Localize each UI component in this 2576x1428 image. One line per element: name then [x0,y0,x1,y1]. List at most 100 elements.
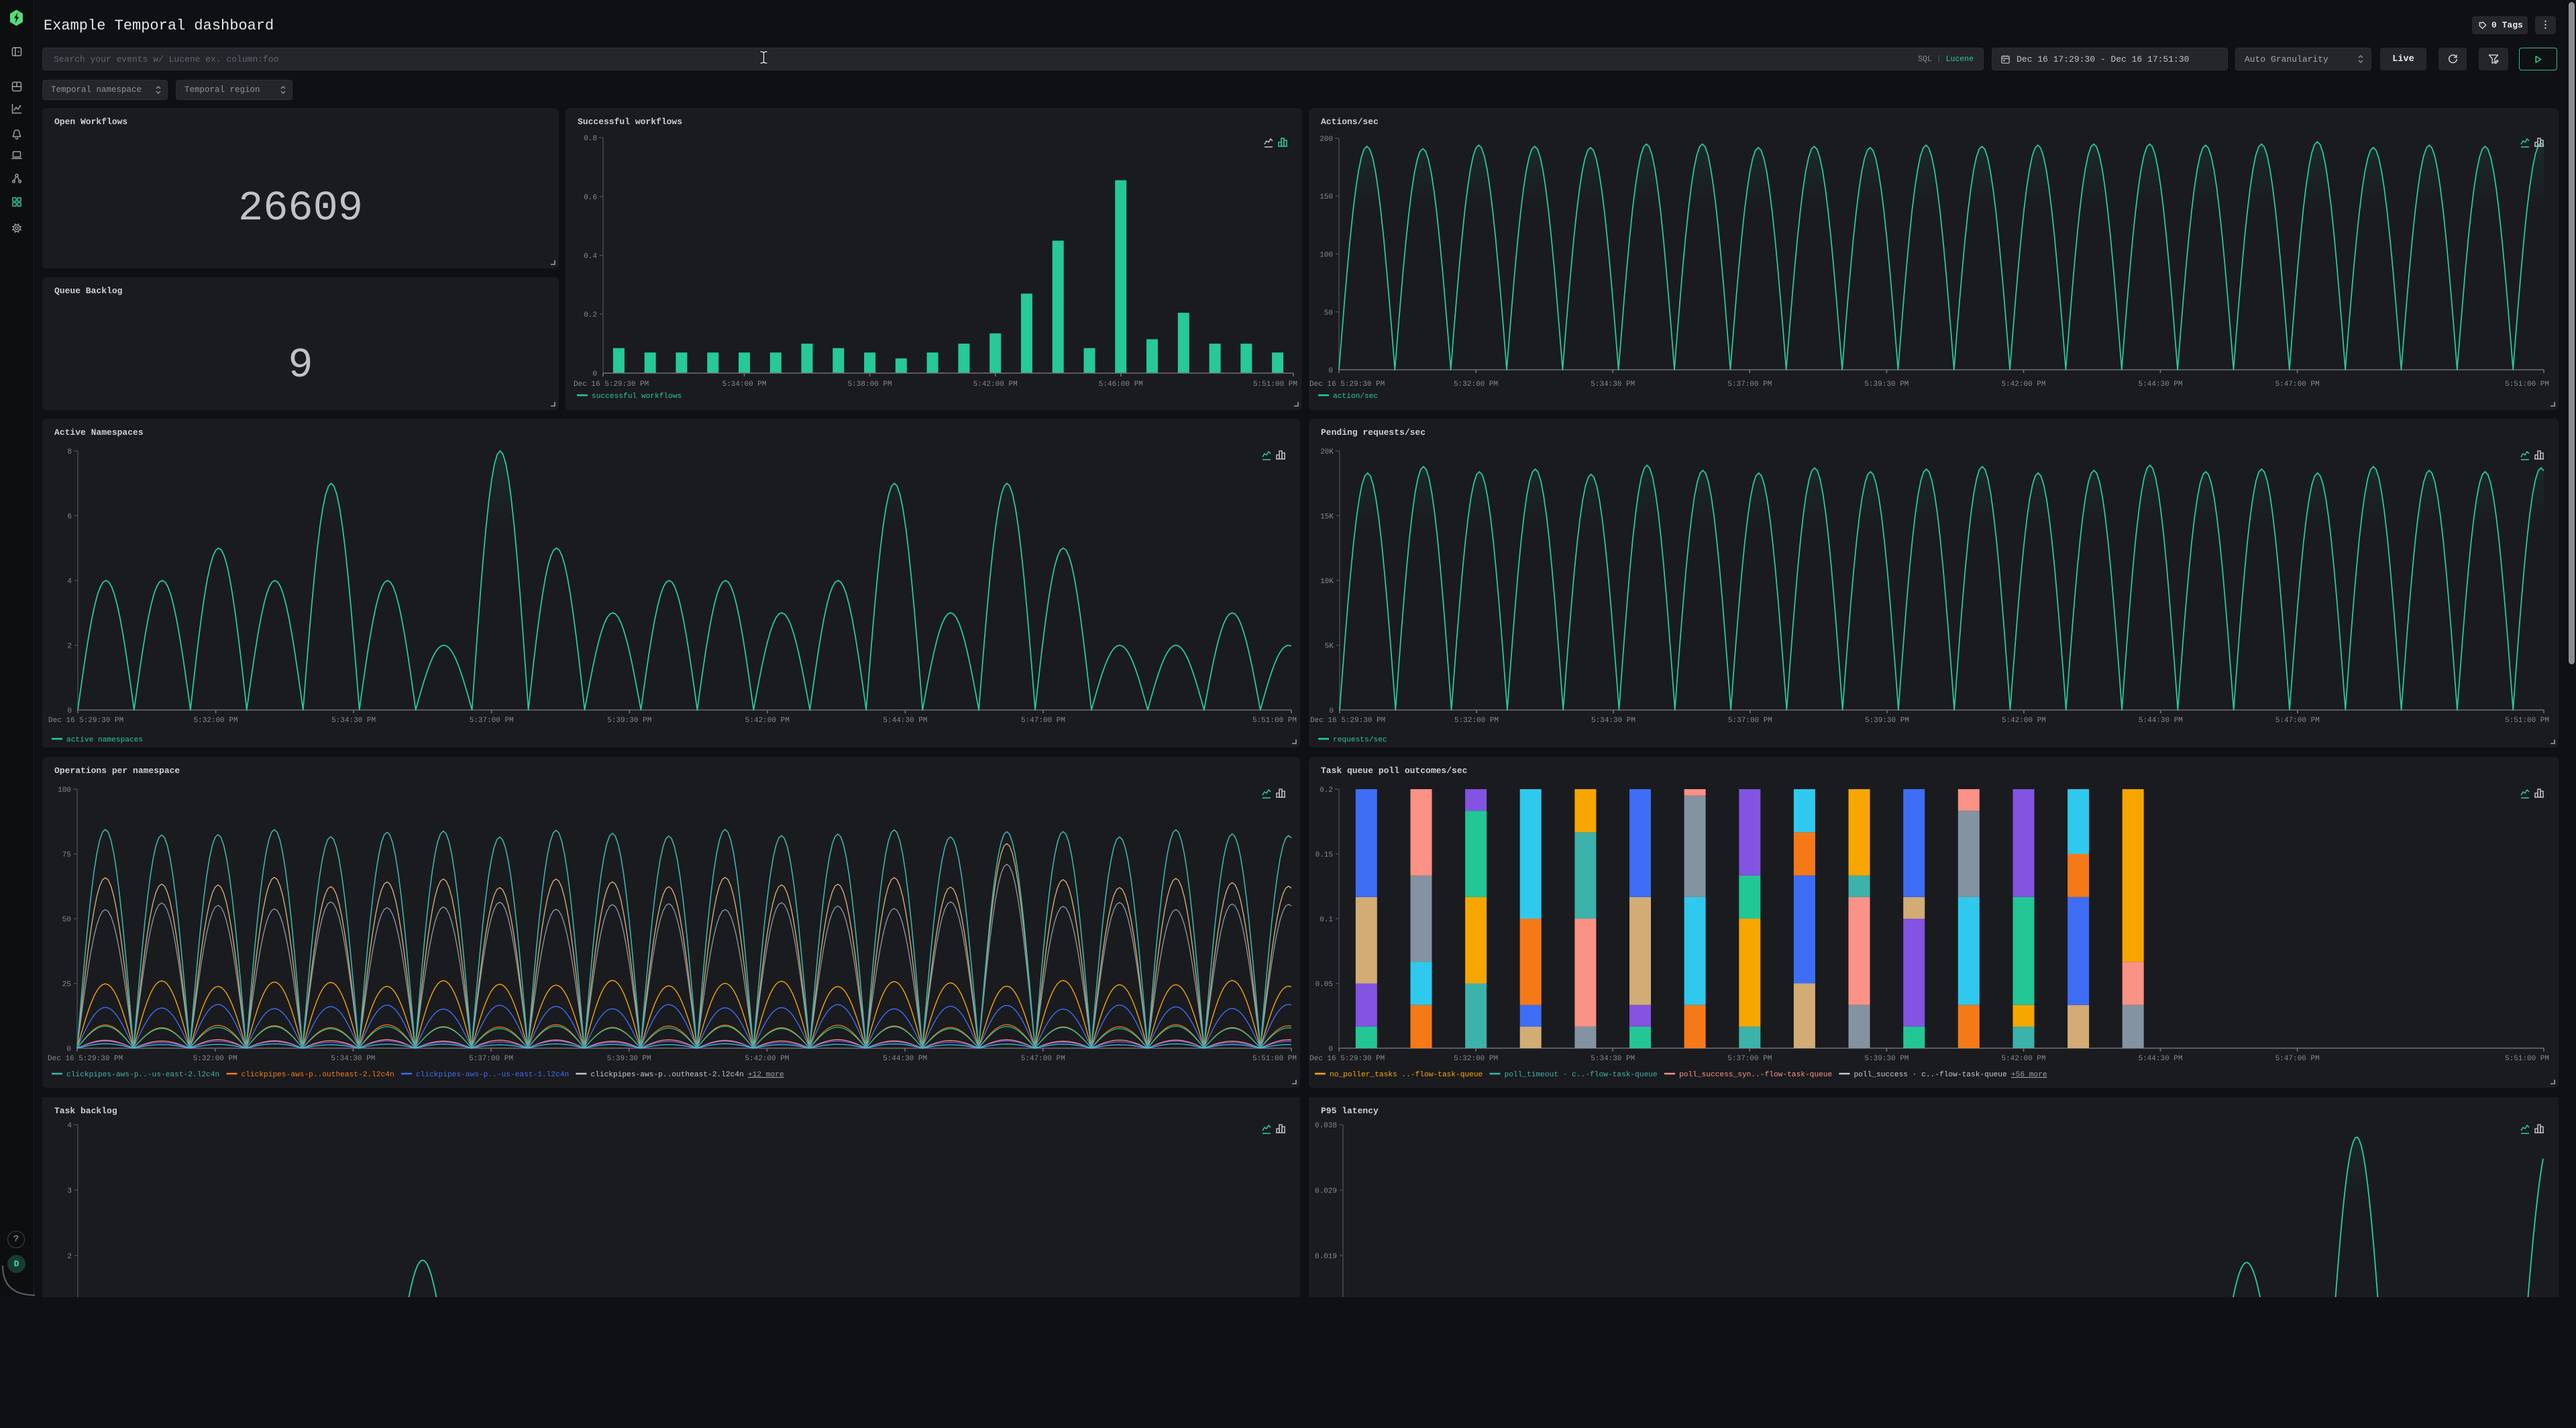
svg-text:4: 4 [67,1122,72,1130]
svg-text:5:47:00 PM: 5:47:00 PM [2275,380,2320,389]
svg-text:clickpipes-aws-p..-us-east-2.l: clickpipes-aws-p..-us-east-2.l2c4n [66,1071,219,1079]
svg-text:Dec 16 5:29:30 PM: Dec 16 5:29:30 PM [1309,380,1385,389]
svg-text:0: 0 [66,1046,71,1054]
svg-text:5:42:00 PM: 5:42:00 PM [745,1055,789,1063]
svg-text:2: 2 [67,1253,72,1261]
svg-text:Dec 16 5:29:30 PM: Dec 16 5:29:30 PM [48,717,123,725]
svg-text:5:34:30 PM: 5:34:30 PM [1591,1055,1635,1063]
svg-text:26609: 26609 [238,185,363,232]
svg-text:3: 3 [67,1188,72,1196]
svg-text:5:39:30 PM: 5:39:30 PM [1864,380,1909,389]
svg-text:6: 6 [67,513,72,521]
svg-text:50: 50 [62,916,71,924]
svg-text:poll_success · c..-flow-task-q: poll_success · c..-flow-task-queue [1854,1071,2006,1079]
svg-text:25: 25 [62,981,71,989]
svg-text:0.029: 0.029 [1315,1188,1337,1196]
svg-text:Queue Backlog: Queue Backlog [54,286,123,296]
svg-text:5:37:00 PM: 5:37:00 PM [1727,380,1772,389]
svg-text:no_poller_tasks ..-flow-task-q: no_poller_tasks ..-flow-task-queue [1330,1071,1483,1079]
svg-text:5:39:30 PM: 5:39:30 PM [607,1055,651,1063]
svg-text:+56 more: +56 more [2011,1071,2047,1079]
svg-text:5:37:00 PM: 5:37:00 PM [1728,717,1772,725]
svg-text:5:34:30 PM: 5:34:30 PM [331,1055,375,1063]
svg-text:10K: 10K [1320,578,1334,586]
svg-text:0: 0 [67,707,72,715]
svg-text:0: 0 [1328,1046,1333,1054]
svg-text:5:42:00 PM: 5:42:00 PM [2001,1055,2045,1063]
svg-text:5:39:30 PM: 5:39:30 PM [1865,717,1909,725]
svg-text:75: 75 [62,852,71,860]
svg-text:50: 50 [1324,309,1333,317]
svg-text:5:47:00 PM: 5:47:00 PM [2275,1055,2320,1063]
svg-text:0.4: 0.4 [584,253,597,261]
svg-text:0: 0 [592,370,597,378]
svg-text:5:32:00 PM: 5:32:00 PM [193,1055,237,1063]
svg-text:P95 latency: P95 latency [1321,1106,1379,1116]
svg-text:5:46:00 PM: 5:46:00 PM [1099,380,1143,389]
svg-text:5:42:00 PM: 5:42:00 PM [973,380,1018,389]
svg-text:5:44:30 PM: 5:44:30 PM [883,717,927,725]
svg-text:5:51:00 PM: 5:51:00 PM [2505,1055,2549,1063]
svg-text:requests/sec: requests/sec [1333,736,1387,744]
svg-text:5:44:30 PM: 5:44:30 PM [2139,717,2183,725]
svg-text:4: 4 [67,578,72,586]
svg-text:0.15: 0.15 [1316,852,1333,860]
svg-text:successful workflows: successful workflows [592,393,682,401]
svg-text:5:37:00 PM: 5:37:00 PM [470,717,514,725]
svg-text:clickpipes-aws-p..outheast-2.l: clickpipes-aws-p..outheast-2.l2c4n [241,1071,394,1079]
svg-text:100: 100 [58,786,71,795]
svg-text:5:32:00 PM: 5:32:00 PM [1454,717,1499,725]
svg-text:action/sec: action/sec [1333,393,1378,401]
svg-text:5:32:00 PM: 5:32:00 PM [1454,1055,1498,1063]
svg-text:5:51:00 PM: 5:51:00 PM [1253,380,1297,389]
svg-text:150: 150 [1320,193,1333,201]
svg-text:5:38:00 PM: 5:38:00 PM [848,380,892,389]
svg-text:Task queue poll outcomes/sec: Task queue poll outcomes/sec [1321,766,1468,776]
svg-text:0.019: 0.019 [1315,1253,1337,1261]
svg-text:2: 2 [67,643,72,651]
svg-text:5:39:30 PM: 5:39:30 PM [1864,1055,1909,1063]
svg-text:5:44:30 PM: 5:44:30 PM [2138,380,2182,389]
svg-text:100: 100 [1320,252,1333,260]
svg-text:9: 9 [288,342,313,389]
svg-text:5:34:00 PM: 5:34:00 PM [722,380,766,389]
svg-text:5:34:30 PM: 5:34:30 PM [1591,717,1635,725]
svg-text:5:51:00 PM: 5:51:00 PM [2505,717,2549,725]
svg-text:0.2: 0.2 [1320,786,1333,795]
svg-text:Pending requests/sec: Pending requests/sec [1321,427,1426,438]
svg-text:5:42:00 PM: 5:42:00 PM [2001,380,2045,389]
svg-text:Dec 16 5:29:30 PM: Dec 16 5:29:30 PM [48,1055,123,1063]
svg-text:5:34:30 PM: 5:34:30 PM [1591,380,1635,389]
svg-text:20K: 20K [1320,448,1334,456]
svg-text:+12 more: +12 more [748,1071,784,1079]
svg-text:Actions/sec: Actions/sec [1321,117,1379,127]
svg-text:0.8: 0.8 [584,135,597,143]
svg-text:Dec 16 5:29:30 PM: Dec 16 5:29:30 PM [1310,717,1385,725]
svg-text:0.2: 0.2 [584,311,597,319]
svg-text:5K: 5K [1325,643,1334,651]
svg-text:poll_success_syn..-flow-task-q: poll_success_syn..-flow-task-queue [1679,1071,1832,1079]
svg-text:5:39:30 PM: 5:39:30 PM [607,717,651,725]
svg-text:0: 0 [1329,707,1334,715]
svg-text:clickpipes-aws-p..outheast-2.l: clickpipes-aws-p..outheast-2.l2c4n [590,1071,743,1079]
svg-text:active namespaces: active namespaces [66,736,143,744]
svg-text:5:51:00 PM: 5:51:00 PM [1252,717,1297,725]
svg-text:5:47:00 PM: 5:47:00 PM [1021,1055,1065,1063]
svg-text:Dec 16 5:29:30 PM: Dec 16 5:29:30 PM [574,380,649,389]
svg-text:15K: 15K [1320,513,1334,521]
svg-text:5:37:00 PM: 5:37:00 PM [1727,1055,1772,1063]
svg-text:Task backlog: Task backlog [54,1106,117,1116]
svg-text:8: 8 [67,448,72,456]
svg-text:200: 200 [1320,136,1333,144]
svg-text:0.038: 0.038 [1315,1122,1337,1130]
svg-text:Operations per namespace: Operations per namespace [54,766,180,776]
svg-text:0.1: 0.1 [1320,916,1333,924]
svg-text:5:47:00 PM: 5:47:00 PM [1021,717,1065,725]
svg-text:5:32:00 PM: 5:32:00 PM [1454,380,1498,389]
svg-text:Active Namespaces: Active Namespaces [54,427,144,438]
svg-text:5:51:00 PM: 5:51:00 PM [2505,380,2549,389]
svg-text:Open Workflows: Open Workflows [54,117,127,127]
svg-text:clickpipes-aws-p..-us-east-1.l: clickpipes-aws-p..-us-east-1.l2c4n [416,1071,569,1079]
svg-text:0.6: 0.6 [584,194,597,202]
svg-text:5:42:00 PM: 5:42:00 PM [745,717,790,725]
